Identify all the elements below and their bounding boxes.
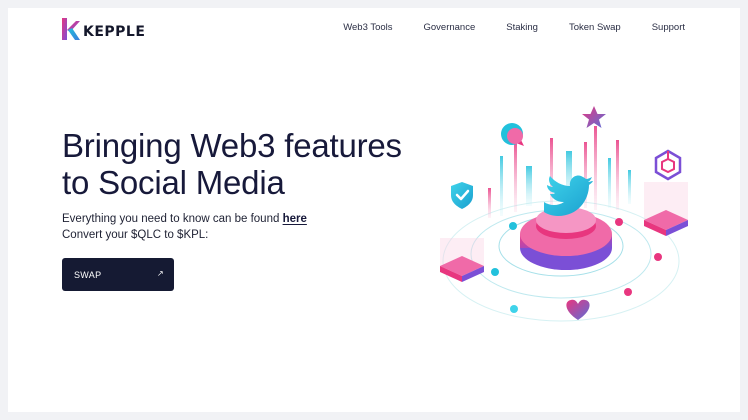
hero-illustration: [440, 106, 688, 322]
convert-text: Convert your $QLC to $KPL:: [62, 229, 209, 241]
main-nav: Web3 Tools Governance Staking Token Swap…: [343, 22, 685, 33]
arrow-up-right-icon: ↗: [156, 269, 164, 278]
cube-icon: [654, 149, 682, 181]
nav-support[interactable]: Support: [652, 22, 685, 33]
hero-title-line-2: to Social Media: [62, 164, 285, 201]
nav-token-swap[interactable]: Token Swap: [569, 22, 621, 33]
heart-icon: [566, 299, 590, 320]
kepple-logo[interactable]: KEPPLE: [62, 18, 145, 40]
nav-governance[interactable]: Governance: [424, 22, 476, 33]
page: KEPPLE Web3 Tools Governance Staking Tok…: [8, 8, 740, 412]
particle-dot: [510, 305, 518, 313]
here-link[interactable]: here: [283, 213, 307, 225]
hero-title: Bringing Web3 features to Social Media: [62, 127, 442, 201]
shield-check-icon: [451, 182, 473, 209]
nav-staking[interactable]: Staking: [506, 22, 538, 33]
hero-description: Everything you need to know can be found…: [62, 213, 307, 225]
star-icon: [582, 106, 606, 128]
right-block: [644, 182, 688, 236]
hero-title-line-1: Bringing Web3 features: [62, 127, 402, 164]
particle-dot: [615, 218, 623, 226]
hero-description-text: Everything you need to know can be found: [62, 213, 283, 225]
chat-bubble-icon: [501, 123, 524, 146]
particle-dot: [654, 253, 662, 261]
particle-dot: [624, 288, 632, 296]
particle-dot: [509, 222, 517, 230]
nav-web3-tools[interactable]: Web3 Tools: [343, 22, 392, 33]
twitter-platform: [520, 207, 612, 270]
particle-dot: [491, 268, 499, 276]
swap-button[interactable]: SWAP ↗: [62, 258, 174, 291]
kepple-logo-icon: [62, 18, 80, 40]
swap-button-label: SWAP: [74, 269, 102, 280]
brand-name: KEPPLE: [83, 24, 146, 40]
